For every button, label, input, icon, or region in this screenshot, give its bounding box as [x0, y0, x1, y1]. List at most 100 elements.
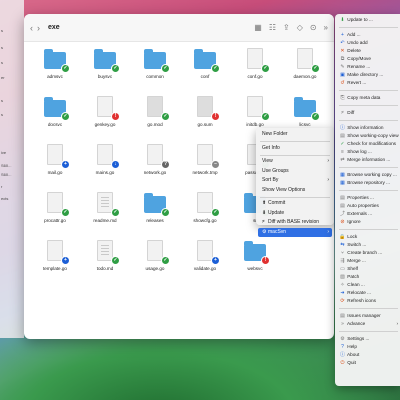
- file-item[interactable]: ✓ go.mod: [130, 94, 180, 142]
- menu-divider: [339, 190, 398, 191]
- svn-menu-item[interactable]: 🔒 Lock: [337, 233, 400, 241]
- file-item[interactable]: ↓ mains.go: [80, 142, 130, 190]
- svn-menu-item[interactable]: ▤ Properties ...: [337, 194, 400, 202]
- sidebar-item-label[interactable]: er: [1, 75, 5, 80]
- file-item[interactable]: + template.go: [30, 238, 80, 286]
- document-icon: ✓: [94, 192, 120, 217]
- sidebar-item-label[interactable]: s: [1, 98, 3, 103]
- svn-menu-item[interactable]: ✕ Delete: [337, 47, 400, 55]
- file-item[interactable]: ✓ showcfg.go: [180, 190, 230, 238]
- context-menu-item[interactable]: New Folder: [258, 130, 332, 140]
- svn-menu-item[interactable]: ↺ Revert ...: [337, 79, 400, 87]
- svn-menu-item[interactable]: ? Help: [337, 343, 400, 351]
- svn-menu-item[interactable]: ⬇ Update to ...: [337, 16, 400, 24]
- svn-menu-item[interactable]: ▨ Patch: [337, 273, 400, 281]
- svn-action-icon: ⓘ: [339, 352, 345, 358]
- svn-menu-item[interactable]: ≡ Show log ...: [337, 148, 400, 156]
- action-icon[interactable]: ⊙: [310, 23, 317, 32]
- svn-menu-item[interactable]: ⚙ Settings ...: [337, 335, 400, 343]
- svn-menu-item[interactable]: ⇶ Merge ...: [337, 257, 400, 265]
- file-item[interactable]: ✓ common: [130, 46, 180, 94]
- svn-menu-item[interactable]: ⊘ Ignore: [337, 218, 400, 226]
- svn-menu-item[interactable]: ⓘ Show information: [337, 124, 400, 132]
- file-item[interactable]: ! go.sum: [180, 94, 230, 142]
- svn-menu-item[interactable]: ➜ Relocate ...: [337, 289, 400, 297]
- context-menu-item[interactable]: Use Groups: [258, 167, 332, 177]
- menu-item-label: Make directory ...: [346, 72, 384, 77]
- file-item[interactable]: ✓ conf.go: [230, 46, 280, 94]
- svn-menu-item[interactable]: ▭ Shelf: [337, 265, 400, 273]
- svn-menu-item[interactable]: ▤ Issues manager: [337, 312, 400, 320]
- file-item[interactable]: ✓ admsvc: [30, 46, 80, 94]
- sidebar-item-label[interactable]: S60...: [1, 172, 11, 177]
- file-name: mail.go: [47, 170, 63, 175]
- svn-menu-item[interactable]: ⇆ Switch ...: [337, 241, 400, 249]
- context-menu-item[interactable]: Sort By ›: [258, 176, 332, 186]
- svn-menu-item[interactable]: ⓘ About: [337, 351, 400, 359]
- menu-item-label: Refresh icons: [346, 298, 376, 303]
- file-item[interactable]: – network.tmp: [180, 142, 230, 190]
- svn-menu-item[interactable]: ▤ Auto properties: [337, 202, 400, 210]
- tag-icon[interactable]: ◇: [297, 23, 303, 32]
- sidebar-item-label[interactable]: s: [1, 45, 3, 50]
- sidebar-item-label[interactable]: s: [1, 112, 3, 117]
- file-item[interactable]: ? network.go: [130, 142, 180, 190]
- svn-menu-item[interactable]: ⇄ Merge information ...: [337, 156, 400, 164]
- file-item[interactable]: ✓ daemon.go: [280, 46, 330, 94]
- file-item[interactable]: ✓ todo.md: [80, 238, 130, 286]
- share-icon[interactable]: ⇪: [283, 23, 290, 32]
- context-menu-item[interactable]: ⬇ Update: [258, 209, 332, 219]
- back-icon[interactable]: ‹: [30, 23, 33, 33]
- svn-submenu: ⬇ Update to ... + Add ... ↶ Undo add ✕ Dele…: [335, 14, 400, 386]
- svn-menu-item[interactable]: ✓ Check for modifications: [337, 140, 400, 148]
- svn-menu-item[interactable]: ≠ Diff: [337, 109, 400, 117]
- icon-view-icon[interactable]: ▦: [254, 23, 262, 32]
- file-item[interactable]: ✓ buysvc: [80, 46, 130, 94]
- sidebar-item-label[interactable]: s: [1, 28, 3, 33]
- file-icon: +: [194, 240, 220, 265]
- svn-action-icon: ≡: [341, 149, 344, 155]
- sidebar-item-label[interactable]: s: [1, 60, 3, 65]
- svn-menu-item[interactable]: ✧ Clean ...: [337, 281, 400, 289]
- sidebar-item-label[interactable]: r: [1, 184, 2, 189]
- svn-menu-item[interactable]: ▦ Browse working copy ...: [337, 171, 400, 179]
- file-item[interactable]: ✓ readme.md: [80, 190, 130, 238]
- file-item[interactable]: ✓ procattr.go: [30, 190, 80, 238]
- more-icon[interactable]: »: [324, 23, 328, 32]
- sidebar-item-label[interactable]: S60...: [1, 163, 11, 168]
- context-menu-item[interactable]: ⚙ macSvn ›: [258, 227, 332, 237]
- forward-icon[interactable]: ›: [37, 23, 40, 33]
- file-item[interactable]: + mail.go: [30, 142, 80, 190]
- svn-menu-item[interactable]: ⟳ Refresh icons: [337, 297, 400, 305]
- svn-menu-item[interactable]: ⤴ Externals ...: [337, 210, 400, 218]
- svn-menu-item[interactable]: ↶ Undo add: [337, 39, 400, 47]
- file-item[interactable]: ! genkey.go: [80, 94, 130, 142]
- svn-menu-item[interactable]: ⑂ Create branch ...: [337, 249, 400, 257]
- svn-menu-item[interactable]: ▣ Make directory ...: [337, 71, 400, 79]
- svn-menu-item[interactable]: + Add ...: [337, 31, 400, 39]
- context-menu-item[interactable]: ⬆ Commit: [258, 199, 332, 209]
- context-menu-item[interactable]: ≠ Diff with BASE revision: [258, 218, 332, 228]
- sidebar-item-label[interactable]: ive: [1, 150, 6, 155]
- file-item[interactable]: ✓ releases: [130, 190, 180, 238]
- svn-menu-item[interactable]: ▤ Show working-copy view: [337, 132, 400, 140]
- group-icon[interactable]: ☷: [269, 23, 276, 32]
- file-name: conf: [200, 74, 210, 79]
- svn-menu-item[interactable]: ⧉ Copy/Move: [337, 55, 400, 63]
- svn-menu-item[interactable]: ✎ Rename ...: [337, 63, 400, 71]
- svn-menu-item[interactable]: ⏻ Quit: [337, 359, 400, 367]
- file-item[interactable]: ! websvc: [230, 238, 280, 286]
- menu-item-label: About: [346, 352, 360, 357]
- file-item[interactable]: ✓ conf: [180, 46, 230, 94]
- file-item[interactable]: ✓ docsvc: [30, 94, 80, 142]
- context-menu-item[interactable]: Show View Options: [258, 186, 332, 196]
- sidebar-item-label[interactable]: ects: [1, 196, 8, 201]
- svn-menu-item[interactable]: » Advance ›: [337, 320, 400, 328]
- context-menu-item[interactable]: Get Info: [258, 144, 332, 154]
- file-item[interactable]: ✓ usage.go: [130, 238, 180, 286]
- svn-status-badge-icon: ✓: [311, 112, 320, 121]
- svn-menu-item[interactable]: ⎘ Copy meta data: [337, 94, 400, 102]
- context-menu-item[interactable]: View ›: [258, 157, 332, 167]
- svn-menu-item[interactable]: ▦ Browse repository ...: [337, 179, 400, 187]
- file-item[interactable]: + validate.go: [180, 238, 230, 286]
